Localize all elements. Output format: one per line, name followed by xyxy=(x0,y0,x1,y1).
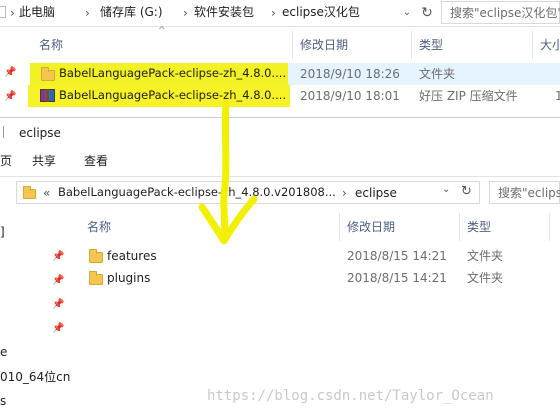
nav-item-fragment[interactable]: 010_64位cn xyxy=(0,371,70,383)
file-date: 2018/9/10 18:01 xyxy=(300,89,400,103)
address-chevron-down-icon[interactable]: ⌄ xyxy=(442,185,450,195)
ribbon-tab-file-fragment[interactable]: 页 xyxy=(0,155,12,167)
top-nav-pane: 📌 📌 xyxy=(0,61,30,117)
pin-icon: 📌 xyxy=(52,323,65,334)
folder-icon xyxy=(41,67,55,81)
file-type: 好压 ZIP 压缩文件 xyxy=(419,89,518,103)
top-breadcrumb-item-1[interactable]: 储存库 (G:) xyxy=(100,6,163,18)
bottom-title-bar: eclipse xyxy=(0,118,560,146)
top-file-list: BabelLanguagePack-eclipse-zh_4.8.0.... 2… xyxy=(28,61,560,107)
file-date: 2018/9/10 18:26 xyxy=(300,67,400,81)
top-dropdown-chevron-icon[interactable]: ⌄ xyxy=(396,3,418,23)
bottom-address-bar: « BabelLanguagePack-eclipse-zh_4.8.0.v20… xyxy=(0,177,560,209)
folder-icon xyxy=(23,186,36,199)
top-breadcrumb-sep-2: › xyxy=(183,6,188,20)
top-breadcrumb-item-0[interactable]: 此电脑 xyxy=(19,6,55,18)
top-search-box[interactable]: 搜索"eclipse汉化包" xyxy=(441,1,560,24)
bottom-file-list: features 2018/8/15 14:21 文件夹 plugins 201… xyxy=(78,245,560,289)
top-breadcrumb-item-2[interactable]: 软件安装包 xyxy=(194,6,254,18)
pin-icon: 📌 xyxy=(52,275,65,286)
pin-icon: 📌 xyxy=(4,91,17,102)
top-refresh-icon[interactable]: ↻ xyxy=(416,3,438,23)
top-breadcrumb-item-3[interactable]: eclipse汉化包 xyxy=(282,6,360,18)
file-date: 2018/8/15 14:21 xyxy=(347,271,447,285)
table-row[interactable]: BabelLanguagePack-eclipse-zh_4.8.0.... 2… xyxy=(30,63,560,85)
bottom-window-title: eclipse xyxy=(19,126,61,140)
pin-icon: 📌 xyxy=(52,251,65,262)
file-name: features xyxy=(107,249,157,263)
address-refresh-icon[interactable]: ↻ xyxy=(461,185,472,198)
file-type: 文件夹 xyxy=(467,249,504,263)
bottom-ribbon: 页 共享 查看 xyxy=(0,146,560,176)
nav-item-fragment[interactable]: e xyxy=(0,346,7,358)
file-date: 2018/8/15 14:21 xyxy=(347,249,447,263)
top-column-size[interactable]: 大小 xyxy=(540,39,560,51)
top-search-placeholder: 搜索"eclipse汉化包" xyxy=(450,6,560,20)
folder-icon xyxy=(89,271,103,285)
top-path-icon xyxy=(0,6,6,18)
ribbon-tab-view[interactable]: 查看 xyxy=(84,155,108,167)
table-row[interactable]: features 2018/8/15 14:21 文件夹 xyxy=(78,245,560,267)
top-breadcrumb-sep-0: › xyxy=(10,6,15,20)
file-type: 文件夹 xyxy=(467,271,504,285)
nav-item-fragment[interactable]: s xyxy=(0,395,6,407)
bottom-column-type[interactable]: 类型 xyxy=(467,221,491,233)
ribbon-tab-share[interactable]: 共享 xyxy=(32,155,56,167)
watermark-text: https://blog.csdn.net/Taylor_Ocean xyxy=(207,388,494,404)
top-breadcrumb-sep-3: › xyxy=(271,6,276,20)
pin-icon: 📌 xyxy=(4,67,17,78)
bottom-column-date[interactable]: 修改日期 xyxy=(347,221,395,233)
window-separator-icon xyxy=(3,126,4,138)
file-name: BabelLanguagePack-eclipse-zh_4.8.0.... xyxy=(59,66,287,80)
bottom-column-header: 名称 修改日期 类型 xyxy=(0,209,560,243)
pin-icon: 📌 xyxy=(52,299,65,310)
top-column-header: ^ 名称 修改日期 类型 大小 xyxy=(0,27,560,61)
top-column-date[interactable]: 修改日期 xyxy=(300,39,348,51)
breadcrumb-prefix[interactable]: « xyxy=(43,187,50,199)
table-row[interactable]: BabelLanguagePack-eclipse-zh_4.8.0.... 2… xyxy=(28,85,560,107)
bottom-column-name[interactable]: 名称 xyxy=(87,221,111,233)
top-address-bar: › 此电脑 › 储存库 (G:) › 软件安装包 › eclipse汉化包 ⌄ … xyxy=(0,0,560,26)
bottom-search-box[interactable]: 搜索"eclips xyxy=(489,181,560,204)
bottom-breadcrumb-sep: › xyxy=(342,186,347,200)
folder-icon xyxy=(89,249,103,263)
file-type: 文件夹 xyxy=(419,67,456,81)
table-row[interactable]: plugins 2018/8/15 14:21 文件夹 xyxy=(78,267,560,289)
top-sort-indicator-icon: ^ xyxy=(158,26,166,36)
file-name: plugins xyxy=(107,271,151,285)
bottom-breadcrumb-item-1[interactable]: eclipse xyxy=(355,187,397,199)
file-size: 1 xyxy=(555,89,560,103)
zip-archive-icon xyxy=(40,89,55,102)
top-column-type[interactable]: 类型 xyxy=(419,39,443,51)
top-column-name[interactable]: 名称 xyxy=(39,39,63,51)
bottom-search-placeholder: 搜索"eclips xyxy=(498,186,560,200)
top-breadcrumb-sep-1: › xyxy=(85,6,90,20)
annotation-arrow-icon xyxy=(198,99,258,245)
